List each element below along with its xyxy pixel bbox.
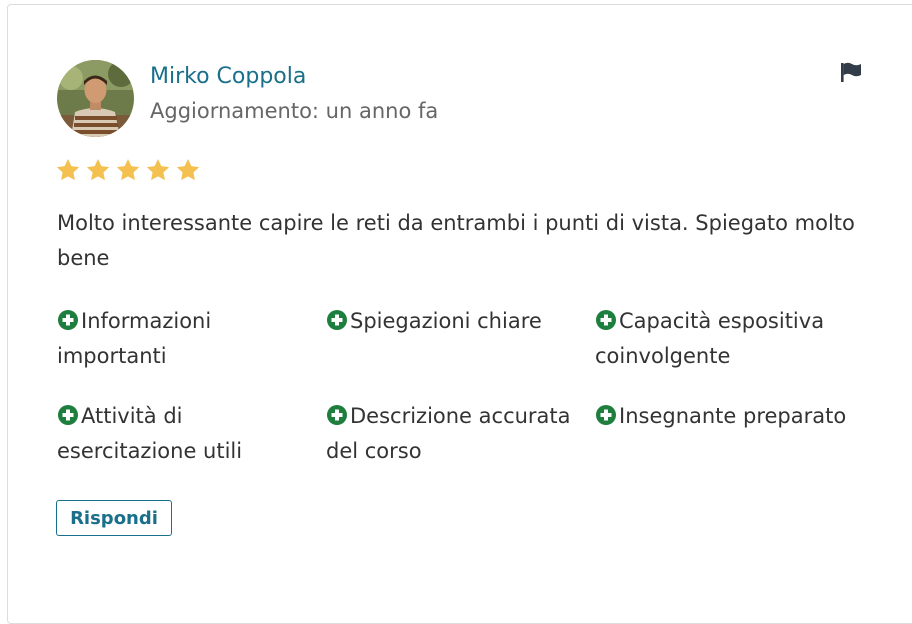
tag-label: Spiegazioni chiare bbox=[350, 309, 542, 333]
tag-label: Informazioni importanti bbox=[57, 309, 212, 368]
tag-item: Attività di esercitazione utili bbox=[57, 399, 319, 469]
star-icon bbox=[176, 158, 200, 181]
star-icon bbox=[146, 158, 170, 181]
star-icon bbox=[116, 158, 140, 181]
flag-icon[interactable] bbox=[838, 58, 864, 84]
plus-circle-icon bbox=[57, 307, 79, 330]
plus-circle-icon bbox=[595, 402, 617, 425]
avatar[interactable] bbox=[57, 60, 134, 137]
review-text: Molto interessante capire le reti da ent… bbox=[57, 211, 855, 270]
reviewer-name[interactable]: Mirko Coppola bbox=[150, 64, 306, 89]
tag-label: Capacità espositiva coinvolgente bbox=[595, 309, 825, 368]
tag-item: Insegnante preparato bbox=[595, 399, 857, 434]
plus-circle-icon bbox=[595, 307, 617, 330]
tag-label: Descrizione accurata del corso bbox=[326, 404, 571, 463]
reply-button[interactable]: Rispondi bbox=[56, 500, 172, 536]
plus-circle-icon bbox=[326, 402, 348, 425]
star-icon bbox=[56, 158, 80, 181]
tag-label: Attività di esercitazione utili bbox=[57, 404, 243, 463]
plus-circle-icon bbox=[326, 307, 348, 330]
star-rating bbox=[55, 157, 201, 183]
plus-circle-icon bbox=[57, 402, 79, 425]
tag-item: Descrizione accurata del corso bbox=[326, 399, 588, 469]
star-icon bbox=[86, 158, 110, 181]
tag-item: Capacità espositiva coinvolgente bbox=[595, 304, 857, 374]
update-timestamp: Aggiornamento: un anno fa bbox=[150, 99, 439, 123]
tag-item: Informazioni importanti bbox=[57, 304, 319, 374]
tag-item: Spiegazioni chiare bbox=[326, 304, 588, 339]
tag-label: Insegnante preparato bbox=[619, 404, 847, 428]
